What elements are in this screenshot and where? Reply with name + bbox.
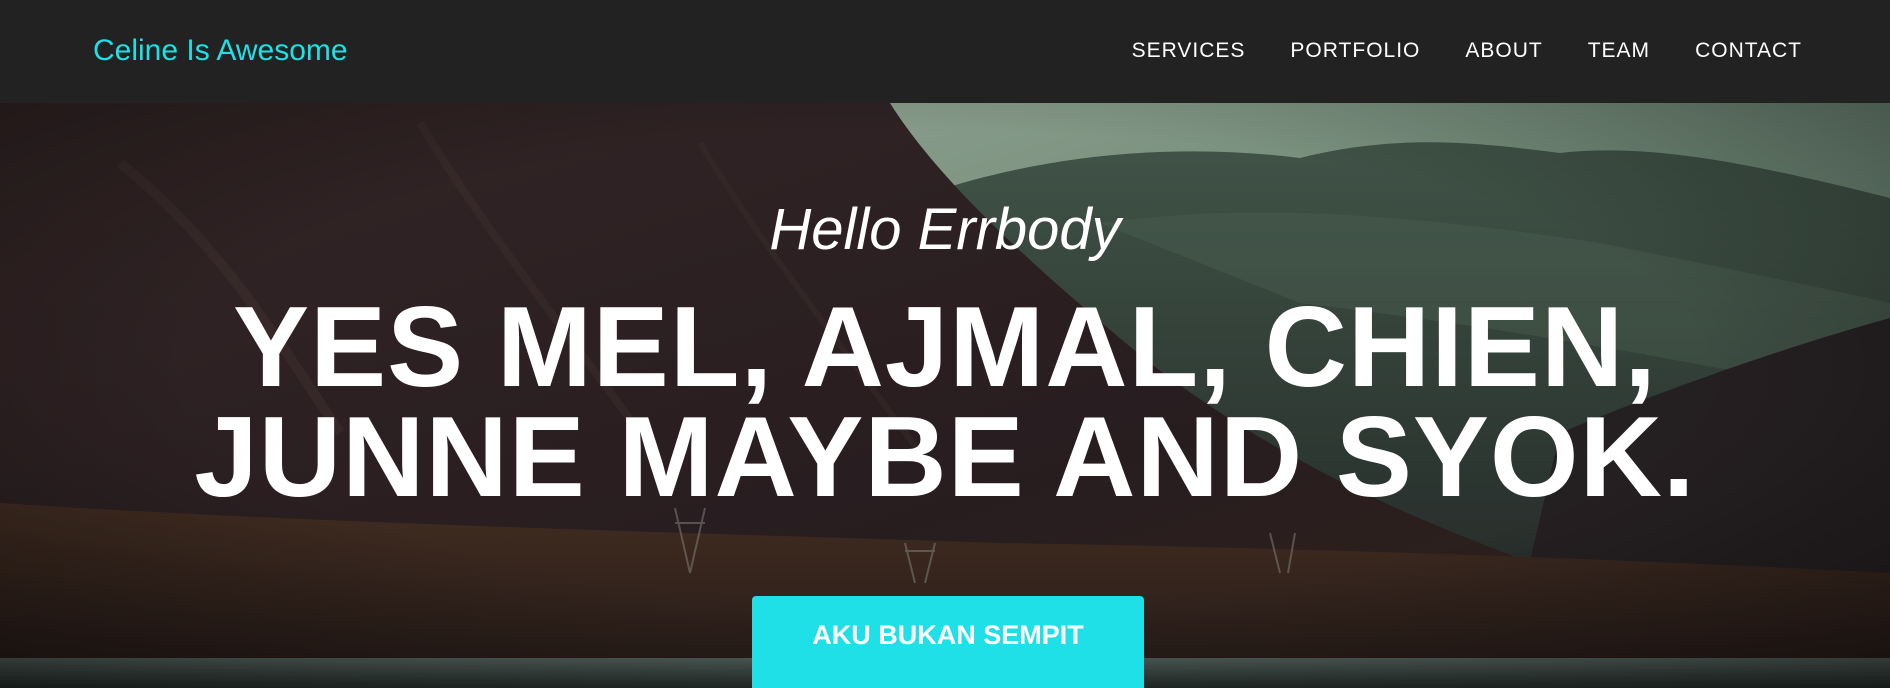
brand-link[interactable]: Celine Is Awesome <box>93 29 348 73</box>
nav-link-contact[interactable]: CONTACT <box>1695 33 1802 69</box>
nav-menu: SERVICES PORTFOLIO ABOUT TEAM CONTACT <box>1087 33 1802 69</box>
hero-cta-button[interactable]: AKU BUKAN SEMPIT <box>752 596 1144 688</box>
hero-heading: YES MEL, AJMAL, CHIEN, JUNNE MAYBE AND S… <box>194 284 1696 521</box>
hero-section: Hello Errbody YES MEL, AJMAL, CHIEN, JUN… <box>0 103 1890 688</box>
nav-link-portfolio[interactable]: PORTFOLIO <box>1290 33 1420 69</box>
nav-link-about[interactable]: ABOUT <box>1465 33 1542 69</box>
navbar: Celine Is Awesome SERVICES PORTFOLIO ABO… <box>0 0 1890 103</box>
hero-lead-in: Hello Errbody <box>769 197 1121 262</box>
nav-link-team[interactable]: TEAM <box>1588 33 1650 69</box>
nav-link-services[interactable]: SERVICES <box>1132 33 1246 69</box>
hero-content: Hello Errbody YES MEL, AJMAL, CHIEN, JUN… <box>0 103 1890 688</box>
